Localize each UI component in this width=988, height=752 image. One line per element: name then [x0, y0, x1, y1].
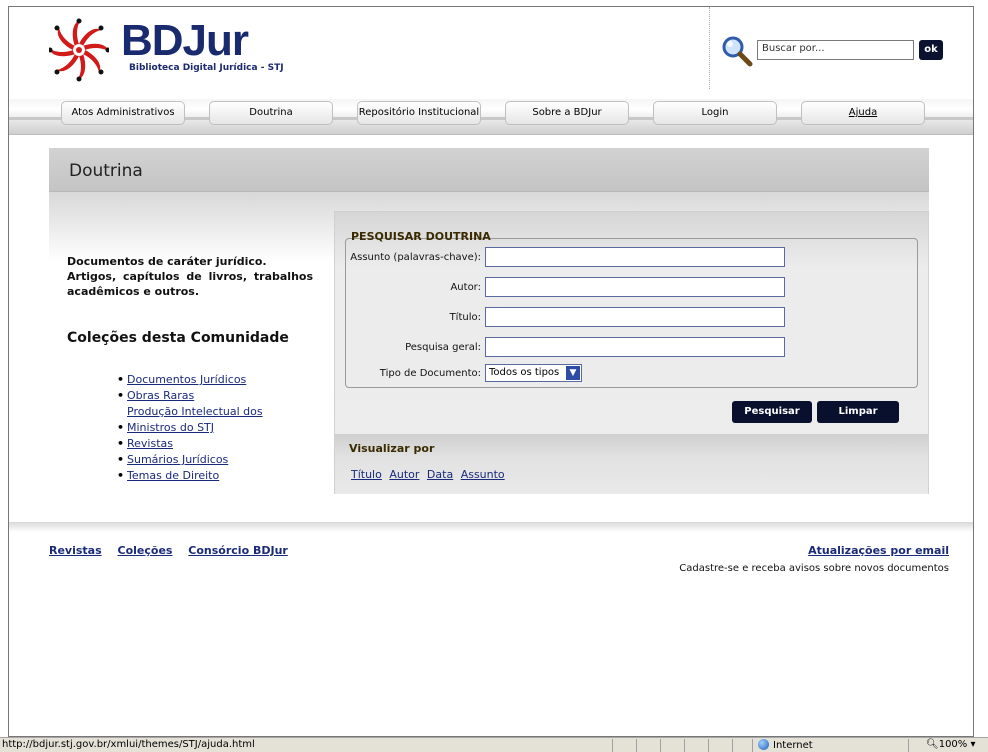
globe-icon — [758, 739, 769, 750]
footer-link-consorcio[interactable]: Consórcio BDJur — [188, 544, 288, 557]
brand-title: BDJur — [121, 16, 249, 65]
collection-link[interactable]: Obras Raras — [127, 389, 194, 402]
description-line-2: Artigos, capítulos de livros, trabalhos … — [67, 270, 313, 298]
magnifier-icon — [722, 36, 753, 67]
bdjur-logo-icon — [49, 18, 109, 82]
tab-login[interactable]: Login — [653, 101, 777, 125]
chevron-down-icon[interactable]: ▼ — [566, 366, 580, 380]
browse-links: Título Autor Data Assunto — [351, 468, 509, 481]
list-item: • Revistas — [117, 437, 173, 450]
pesquisa-geral-input[interactable] — [485, 337, 785, 357]
status-divider — [908, 739, 909, 752]
status-divider — [636, 739, 637, 752]
footer-divider — [9, 522, 973, 532]
browse-link-titulo[interactable]: Título — [351, 468, 382, 481]
status-divider — [752, 739, 753, 752]
tab-sobre-bdjur[interactable]: Sobre a BDJur — [505, 101, 629, 125]
browse-link-assunto[interactable]: Assunto — [461, 468, 505, 481]
community-description: Documentos de caráter jurídico. Artigos,… — [67, 254, 313, 299]
list-item: •Produção Intelectual dos Ministros do S… — [67, 404, 317, 436]
zoom-control[interactable]: 🔍︎100% ▾ — [926, 739, 976, 750]
field-label-titulo: Título: — [449, 312, 481, 323]
email-updates: Atualizações por email Cadastre-se e rec… — [679, 544, 949, 574]
status-divider — [660, 739, 661, 752]
collection-link[interactable]: Produção Intelectual dos Ministros do ST… — [127, 404, 277, 436]
browse-title: Visualizar por — [349, 442, 435, 455]
browse-link-data[interactable]: Data — [427, 468, 453, 481]
search-ok-button[interactable]: ok — [919, 40, 943, 60]
collection-link[interactable]: Temas de Direito — [127, 469, 219, 482]
status-url: http://bdjur.stj.gov.br/xmlui/themes/STJ… — [2, 739, 255, 750]
list-item: • Sumários Jurídicos — [117, 453, 229, 466]
status-divider — [708, 739, 709, 752]
security-zone: Internet — [758, 739, 813, 751]
footer-link-revistas[interactable]: Revistas — [49, 544, 102, 557]
email-updates-link[interactable]: Atualizações por email — [808, 544, 949, 557]
autor-input[interactable] — [485, 277, 785, 297]
page-title: Doutrina — [69, 161, 143, 181]
tab-ajuda[interactable]: Ajuda — [801, 101, 925, 125]
search-input[interactable]: Buscar por... — [757, 40, 914, 60]
browser-viewport: BDJur Biblioteca Digital Jurídica - STJ … — [8, 6, 974, 737]
brand-subtitle: Biblioteca Digital Jurídica - STJ — [129, 63, 284, 73]
browse-section: Visualizar por Título Autor Data Assunto — [335, 434, 928, 494]
assunto-input[interactable] — [485, 247, 785, 267]
field-label-pesquisa-geral: Pesquisa geral: — [405, 342, 481, 353]
description-line-1: Documentos de caráter jurídico. — [67, 255, 267, 268]
search-panel: PESQUISAR DOUTRINA Assunto (palavras-cha… — [334, 211, 929, 494]
collection-link[interactable]: Revistas — [127, 437, 173, 450]
field-label-tipo-documento: Tipo de Documento: — [379, 368, 481, 379]
status-divider — [612, 739, 613, 752]
collection-link[interactable]: Sumários Jurídicos — [127, 453, 228, 466]
footer-links: Revistas Coleções Consórcio BDJur — [49, 544, 300, 557]
tab-repositorio-institucional[interactable]: Repositório Institucional — [357, 101, 481, 125]
search-legend: PESQUISAR DOUTRINA — [351, 230, 491, 243]
browse-link-autor[interactable]: Autor — [389, 468, 419, 481]
status-divider — [684, 739, 685, 752]
field-label-autor: Autor: — [450, 282, 481, 293]
footer-link-colecoes[interactable]: Coleções — [118, 544, 173, 557]
main-content: Doutrina Documentos de caráter jurídico.… — [49, 148, 929, 498]
email-updates-text: Cadastre-se e receba avisos sobre novos … — [679, 563, 949, 574]
header-divider — [709, 7, 710, 89]
doc-type-select[interactable]: Todos os tipos ▼ — [485, 364, 582, 382]
main-nav: Atos Administrativos Doutrina Repositóri… — [9, 99, 973, 135]
list-item: • Temas de Direito — [117, 469, 220, 482]
zoom-icon: 🔍︎ — [926, 739, 939, 750]
collections-list: • Documentos Jurídicos • Obras Raras •Prod… — [117, 372, 317, 484]
titulo-input[interactable] — [485, 307, 785, 327]
status-divider — [732, 739, 733, 752]
limpar-button[interactable]: Limpar — [817, 401, 899, 423]
field-label-assunto: Assunto (palavras-chave): — [350, 252, 481, 263]
collections-title: Coleções desta Comunidade — [67, 330, 289, 346]
tab-atos-administrativos[interactable]: Atos Administrativos — [61, 101, 185, 125]
list-item: • Obras Raras — [117, 389, 195, 402]
browser-statusbar: http://bdjur.stj.gov.br/xmlui/themes/STJ… — [0, 737, 988, 752]
list-item: • Documentos Jurídicos — [117, 373, 247, 386]
collection-link[interactable]: Documentos Jurídicos — [127, 373, 246, 386]
tab-doutrina[interactable]: Doutrina — [209, 101, 333, 125]
doc-type-value: Todos os tipos — [489, 367, 560, 378]
site-header: BDJur Biblioteca Digital Jurídica - STJ … — [9, 7, 973, 97]
pesquisar-button[interactable]: Pesquisar — [732, 401, 812, 423]
title-band: Doutrina — [49, 148, 929, 192]
